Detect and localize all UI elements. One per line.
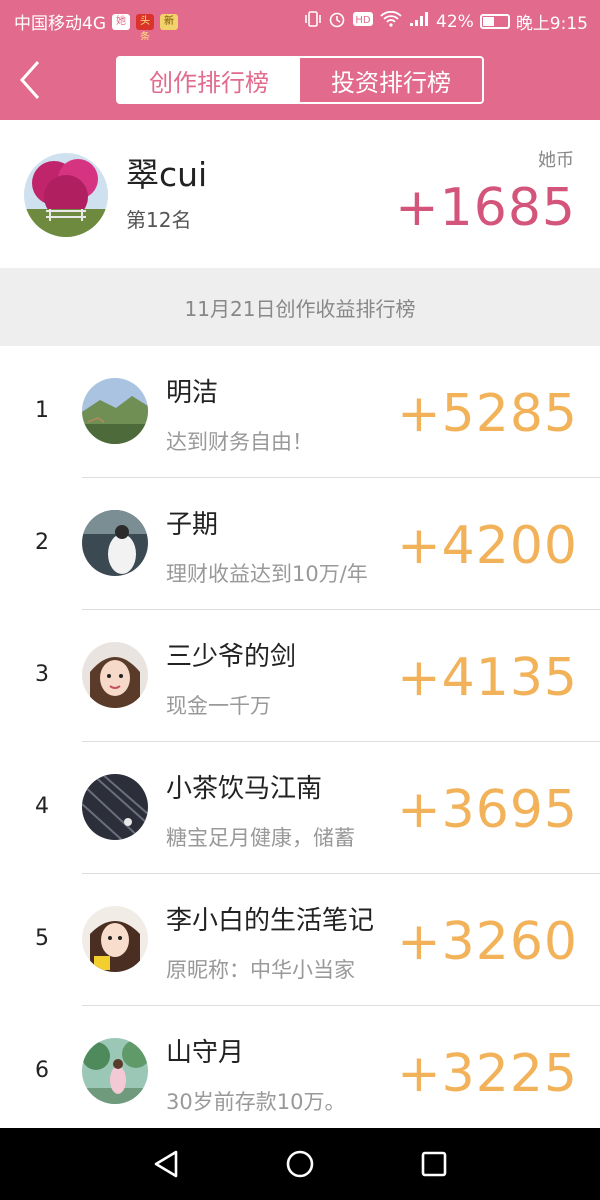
user-name: 三少爷的剑: [166, 642, 297, 672]
rank-number: 3: [35, 662, 49, 687]
rank-number: 5: [35, 926, 49, 951]
rank-number: 6: [35, 1058, 49, 1083]
system-nav-bar: [0, 1128, 600, 1200]
nav-back-button[interactable]: [148, 1146, 184, 1182]
my-avatar[interactable]: [24, 153, 108, 237]
user-name: 明洁: [166, 378, 219, 408]
circle-home-icon: [286, 1150, 314, 1178]
header-bar: 创作排行榜 投资排行榜: [0, 40, 600, 120]
section-header: 11月21日创作收益排行榜: [0, 268, 600, 346]
status-bar: 中国移动4G 她 头条 新 HD 42% 晚上9:15: [0, 0, 600, 43]
svg-text:HD: HD: [355, 15, 371, 26]
user-name: 小茶饮马江南: [166, 774, 323, 804]
user-avatar[interactable]: [82, 510, 148, 576]
my-score: +1685: [395, 178, 576, 238]
battery-percent: 42%: [436, 11, 474, 32]
user-motto: 达到财务自由！: [166, 430, 313, 454]
chevron-left-icon: [19, 61, 40, 99]
rank-number: 2: [35, 530, 49, 555]
user-score: +3695: [397, 780, 578, 840]
ranking-list: 1 明洁 达到财务自由！ +5285 2 子期 理财收益达到10万/年 +420…: [0, 346, 600, 1138]
ranking-tabs: 创作排行榜 投资排行榜: [116, 56, 484, 104]
vibrate-icon: [304, 11, 322, 32]
app-badge-icon: 新: [160, 13, 178, 30]
user-motto: 糖宝足月健康，储蓄: [166, 826, 355, 850]
my-rank-card: 翠cui 第12名 她币 +1685: [0, 120, 600, 268]
rank-number: 4: [35, 794, 49, 819]
ranking-row[interactable]: 1 明洁 达到财务自由！ +5285: [0, 346, 600, 478]
tab-investment-ranking[interactable]: 投资排行榜: [300, 58, 482, 102]
carrier-label: 中国移动4G: [14, 14, 106, 34]
user-motto: 原昵称：中华小当家: [166, 958, 355, 982]
app-notification-icon: 她: [112, 13, 130, 30]
ranking-row[interactable]: 4 小茶饮马江南 糖宝足月健康，储蓄 +3695: [0, 742, 600, 874]
user-avatar[interactable]: [82, 774, 148, 840]
nav-home-button[interactable]: [282, 1146, 318, 1182]
user-score: +4135: [397, 648, 578, 708]
back-button[interactable]: [14, 58, 50, 102]
my-name: 翠cui: [126, 155, 208, 194]
square-recents-icon: [421, 1151, 447, 1177]
ranking-row[interactable]: 5 李小白的生活笔记 原昵称：中华小当家 +3260: [0, 874, 600, 1006]
user-score: +5285: [397, 384, 578, 444]
user-motto: 30岁前存款10万。: [166, 1090, 346, 1114]
user-score: +4200: [397, 516, 578, 576]
alarm-icon: [328, 10, 346, 33]
status-time: 晚上9:15: [515, 14, 588, 34]
nav-recents-button[interactable]: [416, 1146, 452, 1182]
battery-icon: [479, 14, 510, 29]
currency-unit: 她币: [538, 150, 574, 171]
news-notification-icon: 头条: [136, 13, 154, 43]
user-score: +3260: [397, 912, 578, 972]
user-avatar[interactable]: [82, 642, 148, 708]
triangle-back-icon: [154, 1150, 178, 1178]
tab-creation-ranking[interactable]: 创作排行榜: [118, 58, 300, 102]
hd-icon: HD: [352, 11, 374, 32]
user-score: +3225: [397, 1044, 578, 1104]
ranking-row[interactable]: 3 三少爷的剑 现金一千万 +4135: [0, 610, 600, 742]
user-name: 李小白的生活笔记: [166, 906, 375, 936]
user-avatar[interactable]: [82, 1038, 148, 1104]
ranking-row[interactable]: 6 山守月 30岁前存款10万。 +3225: [0, 1006, 600, 1138]
user-name: 子期: [166, 510, 219, 540]
ranking-row[interactable]: 2 子期 理财收益达到10万/年 +4200: [0, 478, 600, 610]
user-avatar[interactable]: [82, 378, 148, 444]
user-avatar[interactable]: [82, 906, 148, 972]
user-motto: 理财收益达到10万/年: [166, 562, 368, 586]
my-rank: 第12名: [126, 208, 192, 232]
wifi-icon: [380, 10, 402, 32]
signal-icon: [408, 11, 430, 32]
section-title: 11月21日创作收益排行榜: [184, 296, 416, 321]
user-name: 山守月: [166, 1038, 245, 1068]
rank-number: 1: [35, 398, 49, 423]
user-motto: 现金一千万: [166, 694, 271, 718]
